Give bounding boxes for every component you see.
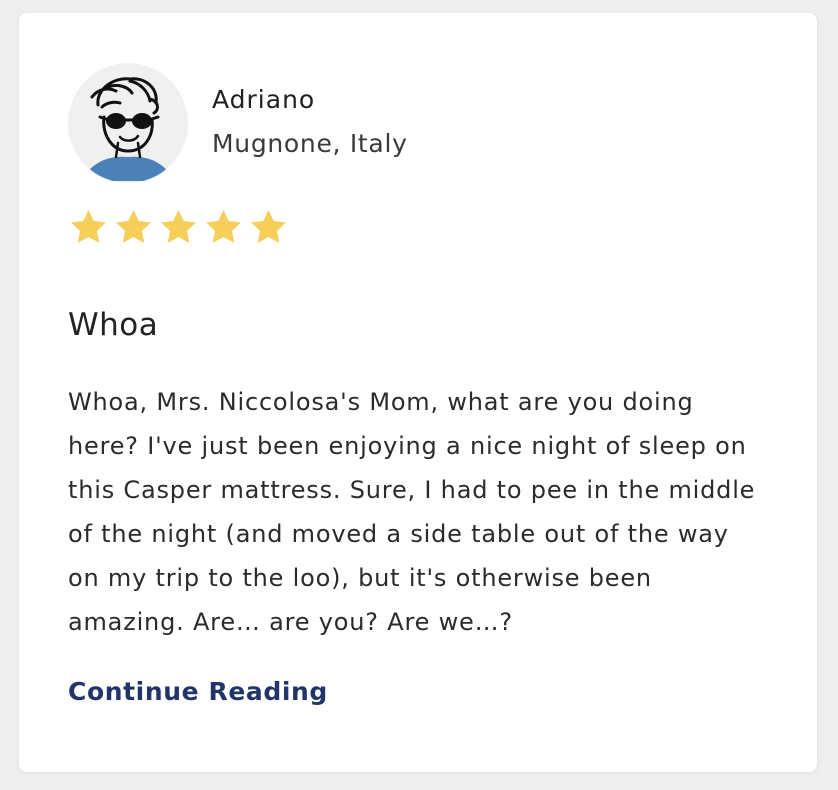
star-icon (251, 210, 286, 243)
continue-reading-link[interactable]: Continue Reading (68, 677, 328, 706)
reviewer-name: Adriano (212, 85, 316, 114)
review-body-line: here? I've just been enjoying a nice nig… (68, 432, 747, 460)
star-icon (161, 210, 196, 243)
avatar-illustration (82, 77, 174, 181)
star-icon (116, 210, 151, 243)
review-body-line: on my trip to the loo), but it's otherwi… (68, 564, 652, 592)
star-rating (68, 207, 289, 248)
star-icon (71, 210, 106, 243)
review-card: Adriano Mugnone, Italy Whoa Whoa, Mrs. N… (19, 13, 817, 772)
review-body-line: Whoa, Mrs. Niccolosa's Mom, what are you… (68, 388, 694, 416)
reviewer-avatar (68, 63, 188, 183)
review-body-line: of the night (and moved a side table out… (68, 520, 729, 548)
star-icon (206, 210, 241, 243)
review-body: Whoa, Mrs. Niccolosa's Mom, what are you… (68, 380, 783, 644)
review-body-line: amazing. Are… are you? Are we…? (68, 608, 513, 636)
reviewer-location: Mugnone, Italy (212, 129, 408, 158)
review-body-line: this Casper mattress. Sure, I had to pee… (68, 476, 756, 504)
review-title: Whoa (68, 307, 159, 343)
